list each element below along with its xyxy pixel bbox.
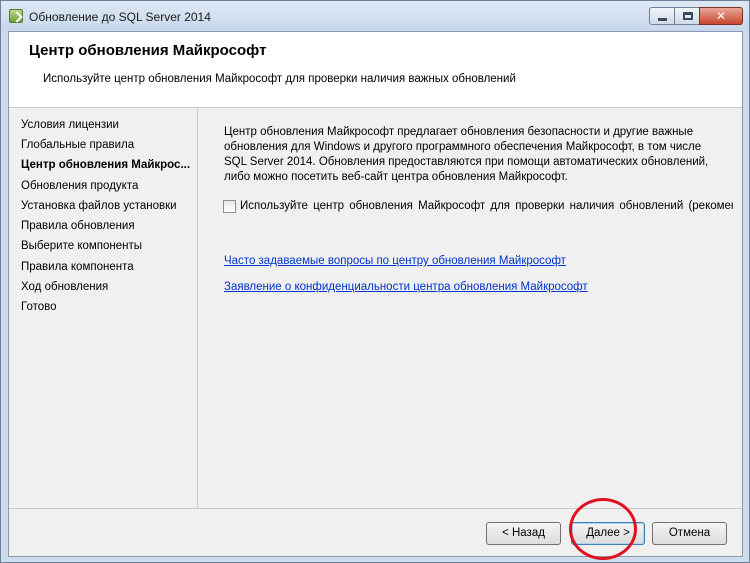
window-controls: ✕ [649,7,743,25]
sidebar-item-product-updates[interactable]: Обновления продукта [21,180,193,196]
maximize-icon [683,12,693,20]
steps-sidebar: Условия лицензии Глобальные правила Цент… [9,109,198,508]
sidebar-item-complete[interactable]: Готово [21,301,193,317]
window-title: Обновление до SQL Server 2014 [29,10,211,24]
button-bar: < Назад Далее > Отмена [9,508,742,556]
sidebar-item-license-terms[interactable]: Условия лицензии [21,119,193,135]
client-area: Центр обновления Майкрософт Используйте … [8,31,743,557]
main-content: Центр обновления Майкрософт предлагает о… [199,109,742,508]
page-header: Центр обновления Майкрософт Используйте … [9,32,742,108]
minimize-icon [658,18,667,21]
sidebar-item-install-setup-files[interactable]: Установка файлов установки [21,200,193,216]
setup-app-icon [9,9,23,23]
use-microsoft-update-checkbox[interactable] [223,200,236,213]
title-bar[interactable]: Обновление до SQL Server 2014 ✕ [1,1,749,31]
sidebar-item-feature-rules[interactable]: Правила компонента [21,261,193,277]
page-title: Центр обновления Майкрософт [29,42,267,59]
minimize-button[interactable] [649,7,675,25]
cancel-button[interactable]: Отмена [652,522,727,545]
back-button[interactable]: < Назад [486,522,561,545]
privacy-statement-link[interactable]: Заявление о конфиденциальности центра об… [224,281,588,293]
sidebar-item-microsoft-update[interactable]: Центр обновления Майкрос... [21,159,193,175]
sidebar-item-upgrade-progress[interactable]: Ход обновления [21,281,193,297]
page-subtitle: Используйте центр обновления Майкрософт … [43,73,516,85]
maximize-button[interactable] [674,7,700,25]
installer-window: Обновление до SQL Server 2014 ✕ Центр об… [0,0,750,563]
sidebar-item-global-rules[interactable]: Глобальные правила [21,139,193,155]
use-microsoft-update-option[interactable]: Используйте центр обновления Майкрософт … [223,199,733,215]
sidebar-item-select-features[interactable]: Выберите компоненты [21,240,193,256]
close-icon: ✕ [715,9,727,23]
next-button[interactable]: Далее > [571,522,645,545]
faq-link[interactable]: Часто задаваемые вопросы по центру обнов… [224,255,566,267]
sidebar-item-upgrade-rules[interactable]: Правила обновления [21,220,193,236]
use-microsoft-update-label[interactable]: Используйте центр обновления Майкрософт … [240,200,733,212]
update-description: Центр обновления Майкрософт предлагает о… [224,126,709,183]
close-button[interactable]: ✕ [699,7,743,25]
